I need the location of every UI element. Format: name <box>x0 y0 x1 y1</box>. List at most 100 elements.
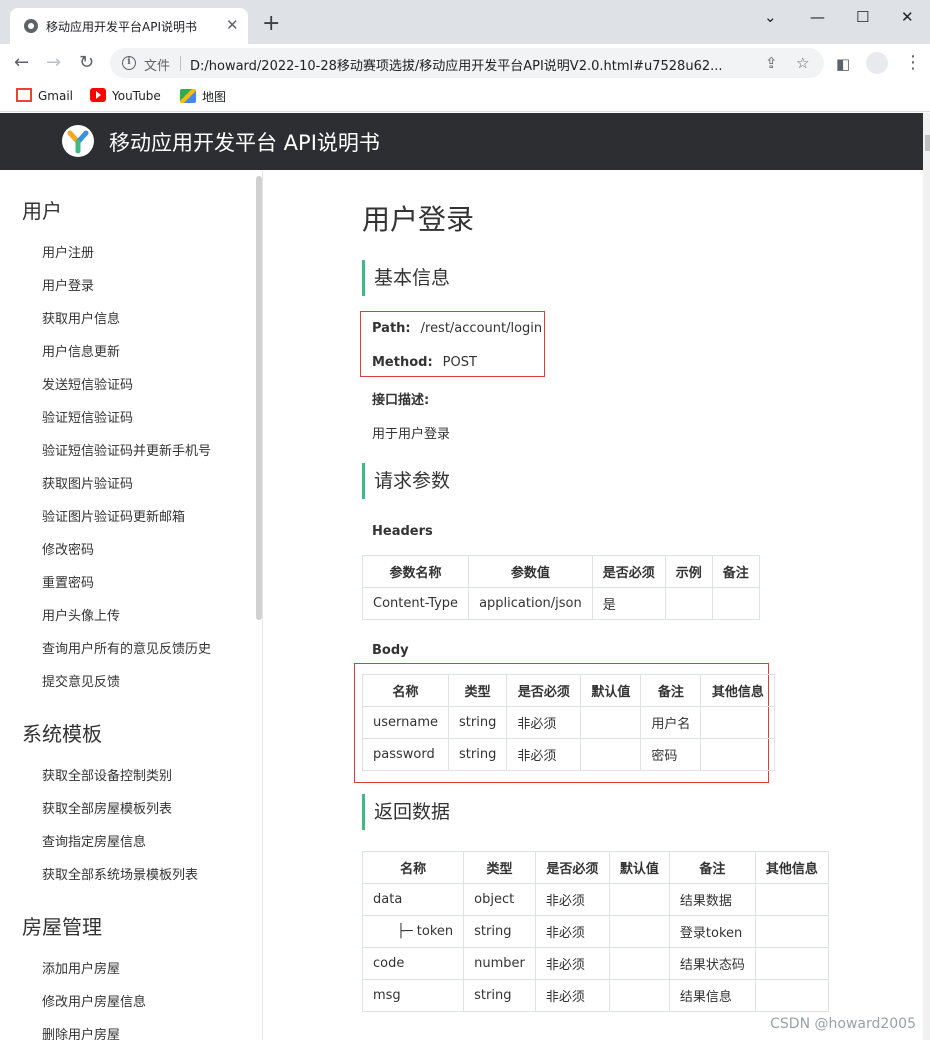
browser-tab[interactable]: 移动应用开发平台API说明书 ✕ <box>10 8 248 44</box>
column-header: 是否必须 <box>506 674 582 707</box>
method-label: Method: <box>372 355 433 370</box>
table-cell: code <box>361 947 465 980</box>
sidebar-group-title[interactable]: 系统模板 <box>22 718 102 747</box>
table-cell: application/json <box>468 587 593 620</box>
table-cell: 结果状态码 <box>668 947 756 980</box>
sidebar-group-title[interactable]: 用户 <box>22 195 62 224</box>
table-cell <box>664 587 713 620</box>
sidebar-item[interactable]: 修改密码 <box>42 539 94 558</box>
method-row: Method: POST <box>372 355 477 370</box>
method-value: POST <box>442 355 477 370</box>
table-cell <box>754 979 829 1012</box>
table-row: password string 非必须 密码 <box>362 738 776 771</box>
info-icon[interactable]: i <box>122 56 136 70</box>
table-cell: 用户名 <box>640 706 702 739</box>
side-panel-icon[interactable]: ◧ <box>836 54 850 74</box>
sidebar-item[interactable]: 删除用户房屋 <box>42 1024 120 1040</box>
close-icon[interactable]: ✕ <box>226 17 239 33</box>
path-label: Path: <box>372 321 411 336</box>
table-cell <box>711 587 760 620</box>
page-title: 用户登录 <box>362 203 475 236</box>
table-cell: string <box>463 915 536 948</box>
column-header: 名称 <box>362 674 449 707</box>
url-text[interactable]: D:/howard/2022-10-28移动赛项选拔/移动应用开发平台API说明… <box>190 55 750 74</box>
menu-icon[interactable]: ⋮ <box>904 53 922 73</box>
sidebar-item[interactable]: 获取图片验证码 <box>42 473 133 492</box>
reload-button[interactable]: ↻ <box>79 53 94 73</box>
column-header: 默认值 <box>580 674 642 707</box>
sidebar-item[interactable]: 获取全部系统场景模板列表 <box>42 864 198 883</box>
gmail-icon <box>16 88 32 102</box>
sidebar-item[interactable]: 查询用户所有的意见反馈历史 <box>42 638 211 657</box>
sidebar-item[interactable]: 修改用户房屋信息 <box>42 991 146 1010</box>
page-scrollbar[interactable] <box>923 113 930 1040</box>
table-cell: 非必须 <box>534 947 610 980</box>
table-header-row: 名称 类型 是否必须 默认值 备注 其他信息 <box>362 674 776 707</box>
table-cell: 密码 <box>640 738 702 771</box>
maps-icon <box>180 89 196 103</box>
sidebar-item[interactable]: 获取用户信息 <box>42 308 120 327</box>
logo-mark <box>67 130 89 154</box>
column-header: 参数名称 <box>361 555 470 588</box>
sidebar-item[interactable]: 获取全部房屋模板列表 <box>42 798 172 817</box>
body-label: Body <box>372 643 409 658</box>
maximize-button[interactable]: ☐ <box>856 8 869 26</box>
response-table: 名称 类型 是否必须 默认值 备注 其他信息 data object 非必须 结… <box>361 851 829 1012</box>
sidebar-item[interactable]: 验证短信验证码 <box>42 407 133 426</box>
bookmark-label: 地图 <box>202 90 227 104</box>
path-row: Path: /rest/account/login <box>372 321 542 336</box>
column-header: 示例 <box>664 555 713 588</box>
chevron-down-icon[interactable]: ⌄ <box>764 8 777 26</box>
table-cell: 非必须 <box>534 883 610 916</box>
sidebar-item[interactable]: 获取全部设备控制类别 <box>42 765 172 784</box>
sidebar-item[interactable]: 用户登录 <box>42 275 94 294</box>
bookmark-maps[interactable]: 地图 <box>180 88 226 105</box>
profile-avatar-icon[interactable] <box>866 52 888 74</box>
youtube-icon <box>90 88 106 102</box>
window-close-button[interactable]: ✕ <box>901 8 914 26</box>
share-icon[interactable]: ⇪ <box>765 54 778 72</box>
sidebar-item[interactable]: 验证图片验证码更新邮箱 <box>42 506 185 525</box>
sidebar-item[interactable]: 用户信息更新 <box>42 341 120 360</box>
table-cell: 是 <box>591 587 666 620</box>
table-cell: password <box>362 738 449 771</box>
table-row: code number 非必须 结果状态码 <box>361 947 829 980</box>
back-button[interactable]: ← <box>14 53 29 73</box>
table-row: ├─ token string 非必须 登录token <box>361 915 829 948</box>
sidebar-item[interactable]: 用户注册 <box>42 242 94 261</box>
tab-strip: 移动应用开发平台API说明书 ✕ + ⌄ — ☐ ✕ <box>0 0 930 44</box>
address-bar[interactable]: i 文件 D:/howard/2022-10-28移动赛项选拔/移动应用开发平台… <box>110 48 824 78</box>
table-cell: object <box>463 883 536 916</box>
table-row: data object 非必须 结果数据 <box>361 883 829 916</box>
sidebar-scrollbar[interactable] <box>256 176 262 620</box>
section-heading-response: 返回数据 <box>362 794 450 830</box>
sidebar-group-title[interactable]: 房屋管理 <box>22 911 102 940</box>
file-label: 文件 <box>144 59 171 74</box>
bookmark-gmail[interactable]: Gmail <box>16 88 73 103</box>
sidebar-item[interactable]: 用户头像上传 <box>42 605 120 624</box>
table-cell <box>754 947 829 980</box>
bookmarks-bar: Gmail YouTube 地图 <box>0 82 930 112</box>
sidebar-item[interactable]: 提交意见反馈 <box>42 671 120 690</box>
page-scrollbar-thumb[interactable] <box>925 135 930 151</box>
column-header: 类型 <box>447 674 508 707</box>
table-cell: string <box>447 706 508 739</box>
table-cell: string <box>447 738 508 771</box>
bookmark-youtube[interactable]: YouTube <box>90 88 161 103</box>
forward-button[interactable]: → <box>46 53 61 73</box>
table-cell: data <box>361 883 465 916</box>
path-value: /rest/account/login <box>420 321 543 336</box>
table-cell: 非必须 <box>534 915 610 948</box>
sidebar-item[interactable]: 查询指定房屋信息 <box>42 831 146 850</box>
sidebar-item[interactable]: 添加用户房屋 <box>42 958 120 977</box>
bookmark-star-icon[interactable]: ☆ <box>796 54 809 72</box>
sidebar-item[interactable]: 验证短信验证码并更新手机号 <box>42 440 211 459</box>
column-header: 默认值 <box>608 851 670 884</box>
sidebar-item[interactable]: 重置密码 <box>42 572 94 591</box>
site-title: 移动应用开发平台 API说明书 <box>109 131 380 155</box>
sidebar-item[interactable]: 发送短信验证码 <box>42 374 133 393</box>
new-tab-button[interactable]: + <box>262 13 280 35</box>
description-text: 用于用户登录 <box>372 427 451 442</box>
omnibox-divider <box>180 56 181 71</box>
minimize-button[interactable]: — <box>810 8 825 26</box>
